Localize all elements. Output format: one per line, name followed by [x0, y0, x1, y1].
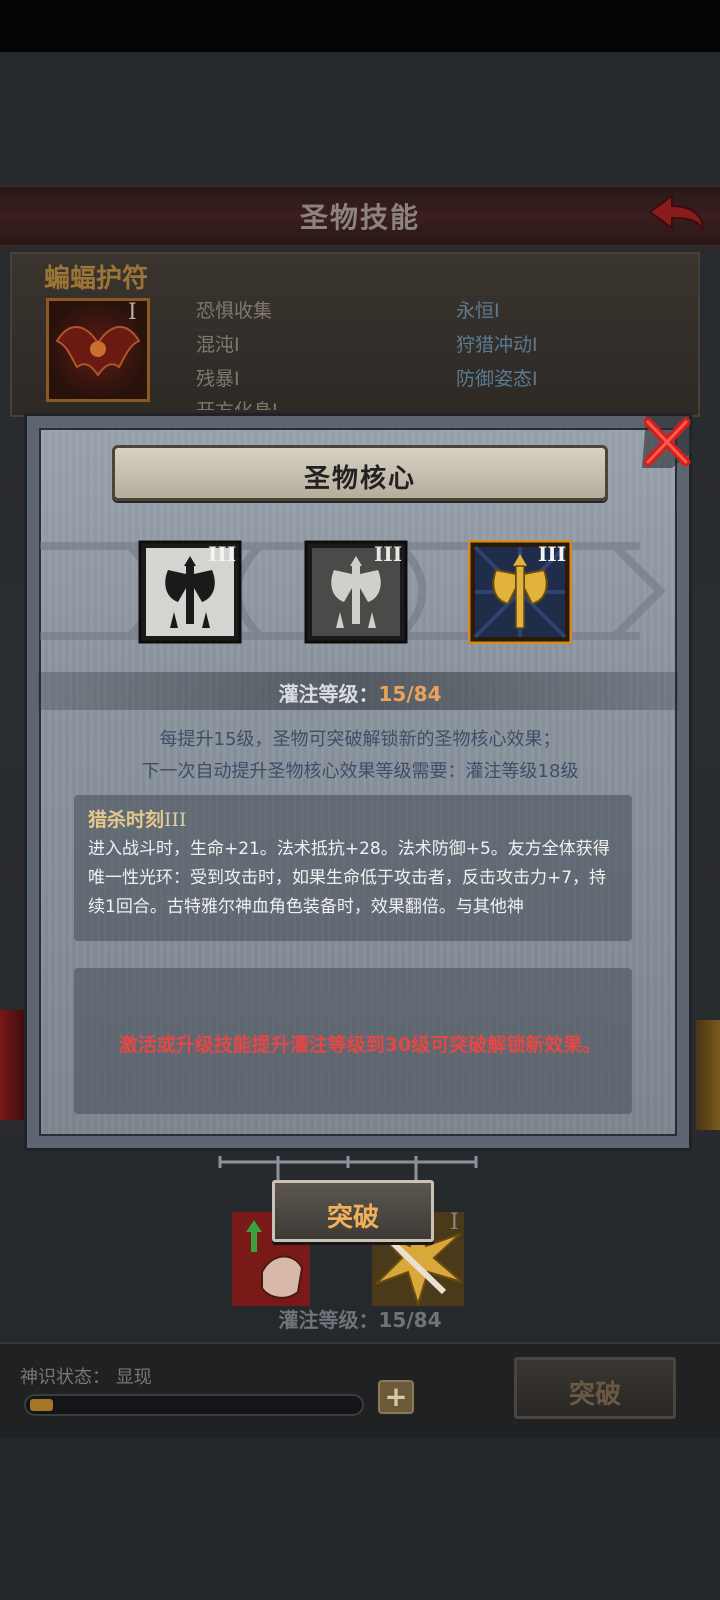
- status-bar: [0, 0, 720, 52]
- effect-level: III: [164, 809, 187, 831]
- modal-title: 圣物核心: [303, 464, 416, 494]
- divine-state-label: 神识状态： 显现: [20, 1367, 152, 1388]
- effect-description: 进入战斗时，生命+21。法术抵抗+28。法术防御+5。友方全体获得唯一性光环：受…: [88, 839, 610, 917]
- side-icon-left: [0, 1010, 26, 1120]
- infusion-level: 灌注等级：15/84: [0, 678, 720, 707]
- skill-item[interactable]: 开方化身I: [196, 396, 278, 410]
- skill-item[interactable]: 恐惧收集: [196, 296, 272, 323]
- skill-item[interactable]: 残暴I: [196, 364, 240, 391]
- effect-title: 猎杀时刻III: [88, 805, 187, 832]
- core-slot-1[interactable]: III: [138, 540, 242, 644]
- screen-breakthrough-button[interactable]: 突破: [514, 1357, 676, 1419]
- locked-effect-hint: 激活或升级技能提升灌注等级到30级可突破解锁新效果。: [118, 1034, 602, 1056]
- description-line-1: 每提升15级，圣物可突破解锁新的圣物核心效果；: [159, 729, 561, 750]
- connector-decoration: [218, 1156, 478, 1182]
- add-button[interactable]: +: [378, 1380, 414, 1414]
- description-line-2: 下一次自动提升圣物核心效果等级需要：灌注等级18级: [141, 761, 579, 782]
- breakthrough-label: 突破: [326, 1203, 379, 1233]
- effect-name: 猎杀时刻: [88, 809, 165, 831]
- divine-progress-bar: [24, 1394, 364, 1416]
- breakthrough-button[interactable]: 突破: [272, 1180, 434, 1242]
- core-effect-box[interactable]: 猎杀时刻III 进入战斗时，生命+21。法术抵抗+28。法术防御+5。友方全体获…: [74, 795, 632, 941]
- infusion-level-label: 灌注等级：: [278, 682, 379, 706]
- infusion-level-value: 15/84: [378, 682, 442, 706]
- screen-title: 圣物技能: [299, 201, 420, 234]
- skill-item[interactable]: 混沌I: [196, 330, 240, 357]
- skill-item[interactable]: 狩猎冲动I: [456, 330, 538, 357]
- plus-icon: +: [384, 1380, 408, 1413]
- core-level-badge: III: [374, 542, 403, 566]
- core-level-badge: III: [538, 542, 567, 566]
- core-level-badge: III: [208, 542, 237, 566]
- relic-level: I: [128, 300, 137, 325]
- close-icon[interactable]: [638, 412, 696, 472]
- modal-title-plate: 圣物核心: [112, 445, 608, 501]
- screen-breakthrough-label: 突破: [568, 1380, 621, 1410]
- core-slot-3-selected[interactable]: III: [468, 540, 572, 644]
- core-slot-2[interactable]: III: [304, 540, 408, 644]
- divine-progress-fill: [30, 1399, 53, 1411]
- skill-item[interactable]: 防御姿态I: [456, 364, 538, 391]
- back-arrow-icon[interactable]: [648, 194, 706, 234]
- skill-level: I: [450, 1210, 459, 1235]
- screen-infusion-level: 灌注等级：15/84: [278, 1308, 442, 1332]
- skill-item[interactable]: 永恒I: [456, 296, 500, 323]
- relic-name: 蝙蝠护符: [44, 264, 149, 294]
